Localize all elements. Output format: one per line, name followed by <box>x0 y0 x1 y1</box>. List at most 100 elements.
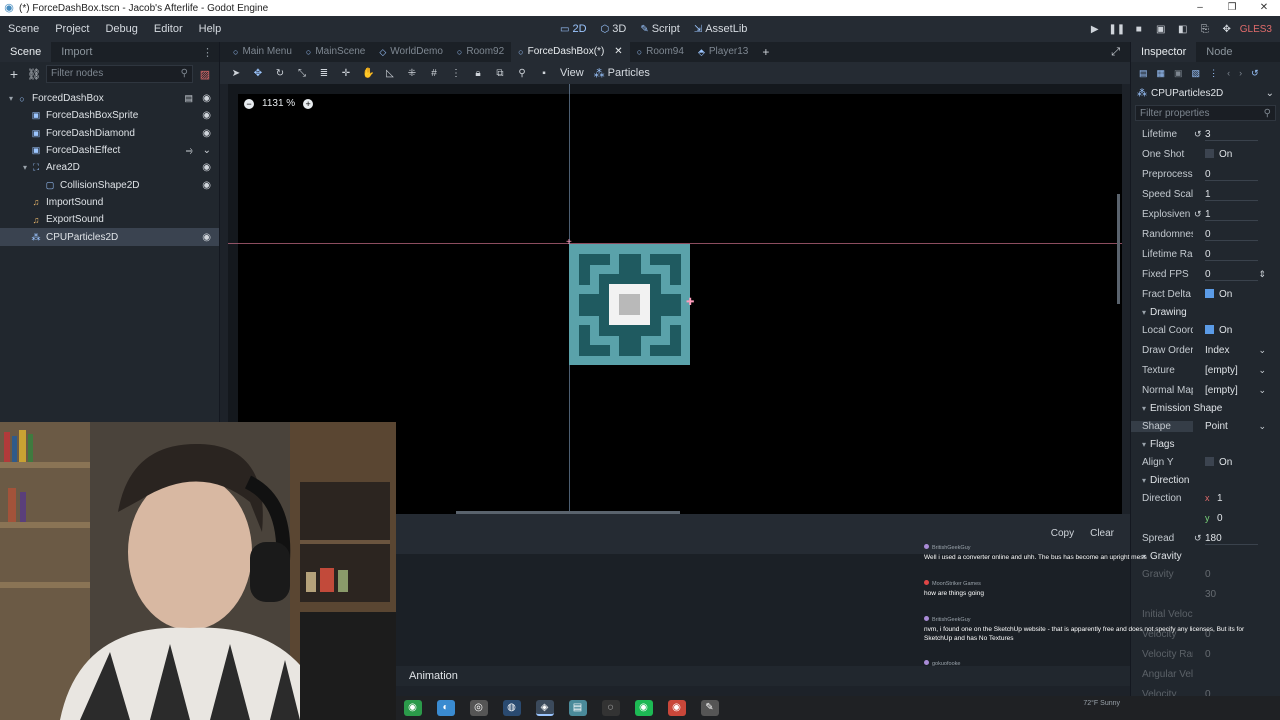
property-value-field[interactable]: 0 <box>1205 249 1211 260</box>
property-row[interactable]: Align Y On <box>1131 452 1280 472</box>
close-window-button[interactable]: ✕ <box>1248 0 1280 16</box>
particles-menu[interactable]: ⁂ Particles <box>594 67 650 80</box>
edge-icon[interactable]: ◐ <box>436 700 455 716</box>
property-checkbox[interactable]: On <box>1205 324 1232 336</box>
add-node-icon[interactable]: + <box>6 66 22 82</box>
property-checkbox[interactable]: On <box>1205 456 1232 468</box>
slider-track[interactable] <box>1205 240 1258 241</box>
tab-inspector[interactable]: Inspector <box>1131 42 1197 62</box>
property-checkbox[interactable]: On <box>1205 288 1232 300</box>
direction-y-field[interactable]: 0 <box>1217 513 1223 524</box>
scale-tool-icon[interactable]: ⤡ <box>296 68 308 79</box>
property-row[interactable]: Draw Order Index ⌄ <box>1131 340 1280 360</box>
property-row[interactable]: Preprocess 0 <box>1131 164 1280 184</box>
pan-tool-icon[interactable]: ✋ <box>362 68 374 79</box>
menu-editor[interactable]: Editor <box>146 23 191 35</box>
tools-icon[interactable]: ▧ <box>1192 68 1201 79</box>
obs-icon[interactable]: ◎ <box>469 700 488 716</box>
expand-arrow-icon[interactable]: ▾ <box>6 94 16 103</box>
zoom-level[interactable]: 1131 % <box>262 98 295 109</box>
scene-tree-node[interactable]: ▣ ForceDashBoxSprite ◉ <box>0 107 219 124</box>
script-attached-icon[interactable]: ▤ <box>184 93 193 104</box>
direction-x-field[interactable]: 1 <box>1217 493 1223 504</box>
emission-handle-icon[interactable]: ✚ <box>686 297 694 308</box>
scene-tree-node[interactable]: ▾ ○ ForcedDashBox ▤ ◉ <box>0 90 219 107</box>
property-row[interactable]: Fract Delta On <box>1131 284 1280 304</box>
property-row[interactable]: Randomnes 0 <box>1131 224 1280 244</box>
move-tool-icon[interactable]: ✥ <box>252 68 264 79</box>
visibility-eye-icon[interactable]: ◉ <box>202 128 211 139</box>
property-value-field[interactable]: 1 <box>1205 189 1211 200</box>
tab-scene[interactable]: Scene <box>0 42 52 62</box>
tab-animation[interactable]: Animation <box>409 670 458 682</box>
visibility-eye-icon[interactable]: ◉ <box>202 110 211 121</box>
scene-tab-forcedashbox[interactable]: ○ ForceDashBox(*) ✕ <box>511 42 630 62</box>
clear-button[interactable]: Clear <box>1086 526 1118 541</box>
menu-project[interactable]: Project <box>47 23 97 35</box>
tab-import[interactable]: Import <box>51 42 102 62</box>
direction-property[interactable]: Direction x 1 <box>1131 488 1280 508</box>
tab-node[interactable]: Node <box>1196 42 1242 62</box>
skeleton-icon[interactable]: ⚲ <box>516 68 528 79</box>
direction-y-row[interactable]: y0 <box>1131 508 1280 528</box>
ruler-tool-icon[interactable]: ◺ <box>384 68 396 79</box>
slider-track[interactable] <box>1205 140 1258 141</box>
vertical-scrollbar[interactable] <box>1117 194 1120 304</box>
workspace-2d-button[interactable]: ▭ 2D <box>560 23 587 35</box>
play-icon[interactable]: ▶ <box>1084 24 1106 35</box>
section-emission-shape[interactable]: ▾ Emission Shape <box>1131 400 1280 416</box>
scene-tree-node[interactable]: ▣ ForceDashDiamond ◉ <box>0 125 219 142</box>
filter-properties-input[interactable]: Filter properties ⚲ <box>1135 105 1276 121</box>
forward-icon[interactable]: › <box>1239 68 1242 78</box>
scene-tab-player13[interactable]: ⬘ Player13 <box>691 42 755 62</box>
scene-tree-node[interactable]: ⁂ CPUParticles2D ◉ <box>0 228 219 246</box>
visibility-eye-icon[interactable]: ◉ <box>202 180 211 191</box>
grid-snap-icon[interactable]: # <box>428 68 440 79</box>
property-row[interactable]: Lifetime Ran 0 <box>1131 244 1280 264</box>
new-resource-icon[interactable]: ▤ <box>1139 68 1148 79</box>
section-drawing[interactable]: ▾ Drawing <box>1131 304 1280 320</box>
group-icon[interactable]: ⧉ <box>494 68 506 79</box>
menu-debug[interactable]: Debug <box>97 23 145 35</box>
checkbox-icon[interactable] <box>1205 324 1214 334</box>
remote-debug-icon[interactable]: ⎘ <box>1194 24 1216 35</box>
checkbox-icon[interactable] <box>1205 288 1214 298</box>
scene-tab-room92[interactable]: ○ Room92 <box>450 42 511 62</box>
snap-options-icon[interactable]: ⋮ <box>450 68 462 79</box>
property-row[interactable]: Texture [empty] ⌄ <box>1131 360 1280 380</box>
scene-tree-node[interactable]: ♫ ExportSound <box>0 211 219 228</box>
checkbox-icon[interactable] <box>1205 148 1214 158</box>
play-scene-icon[interactable]: ▣ <box>1150 24 1172 35</box>
property-dropdown[interactable]: Point <box>1205 421 1228 432</box>
scene-tab-worlddemo[interactable]: ◇ WorldDemo <box>372 42 450 62</box>
paint-icon[interactable]: ✎ <box>700 700 719 716</box>
filter-nodes-input[interactable]: Filter nodes ⚲ <box>46 65 193 83</box>
property-dropdown[interactable]: [empty] <box>1205 385 1238 396</box>
property-row[interactable]: One Shot On <box>1131 144 1280 164</box>
minimize-button[interactable]: – <box>1184 0 1216 16</box>
scene-tab-room94[interactable]: ○ Room94 <box>630 42 691 62</box>
property-value-field[interactable]: 0 <box>1205 269 1211 280</box>
property-row[interactable]: Normal Map [empty] ⌄ <box>1131 380 1280 400</box>
menu-help[interactable]: Help <box>191 23 230 35</box>
property-row[interactable]: Speed Scale 1 <box>1131 184 1280 204</box>
instance-scene-icon[interactable]: ⛓ <box>26 68 42 81</box>
revert-icon[interactable]: ↺ <box>1194 209 1202 220</box>
visibility-eye-icon[interactable]: ◉ <box>202 162 211 173</box>
script-icon[interactable]: ▨ <box>197 68 213 81</box>
slider-track[interactable] <box>1205 180 1258 181</box>
menu-scene[interactable]: Scene <box>0 23 47 35</box>
view-menu[interactable]: View <box>560 67 584 79</box>
workspace-script-button[interactable]: ✎ Script <box>640 23 680 35</box>
slider-track[interactable] <box>1205 280 1258 281</box>
distraction-free-icon[interactable]: ⤢ <box>1111 46 1120 59</box>
property-dropdown[interactable]: [empty] <box>1205 365 1238 376</box>
stop-icon[interactable]: ■ <box>1128 24 1150 35</box>
origin-handle-icon[interactable]: + <box>566 237 572 248</box>
scene-tab-main-menu[interactable]: ○ Main Menu <box>226 42 299 62</box>
property-row[interactable]: Local Coords On <box>1131 320 1280 340</box>
revert-icon[interactable]: ↺ <box>1194 129 1202 140</box>
camera-override-icon[interactable]: ▪ <box>538 68 550 79</box>
chrome-icon[interactable]: ◉ <box>403 700 422 716</box>
scene-tree-node[interactable]: ▣ ForceDashEffect ⥤ ⌄ <box>0 142 219 159</box>
